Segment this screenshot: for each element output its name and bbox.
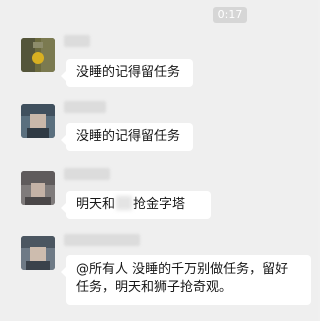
message-text-line: @所有人 没睡的千万别做任务，留好 [76,262,289,277]
avatar[interactable] [21,171,55,205]
sender-name [64,234,140,246]
message-bubble[interactable]: 明天和 抢金字塔 [61,191,211,219]
message-text-end: 抢金字塔 [133,197,186,212]
avatar[interactable] [21,104,55,138]
avatar-image [21,236,55,270]
timestamp-badge: 0:17 [213,7,247,23]
chat-window: 0:17 没睡的记得留任务 没睡的记得留任务 明天和 抢金字塔 @所有人 没睡的… [0,0,318,321]
sender-name [64,35,90,47]
redacted-text [116,196,133,210]
avatar[interactable] [21,38,55,72]
avatar-image [21,104,55,138]
avatar[interactable] [21,236,55,270]
message-bubble[interactable]: 没睡的记得留任务 [61,59,193,87]
message-bubble[interactable]: 没睡的记得留任务 [61,123,193,151]
sender-name [64,101,106,113]
avatar-image [21,171,55,205]
message-text-line: 任务，明天和狮子抢奇观。 [76,280,233,295]
sender-name [64,168,110,180]
message-bubble[interactable]: @所有人 没睡的千万别做任务，留好 任务，明天和狮子抢奇观。 [61,255,311,305]
avatar-image [21,38,55,72]
message-text-start: 明天和 [76,197,116,212]
message-text: 没睡的记得留任务 [76,65,181,80]
message-text: 没睡的记得留任务 [76,129,181,144]
